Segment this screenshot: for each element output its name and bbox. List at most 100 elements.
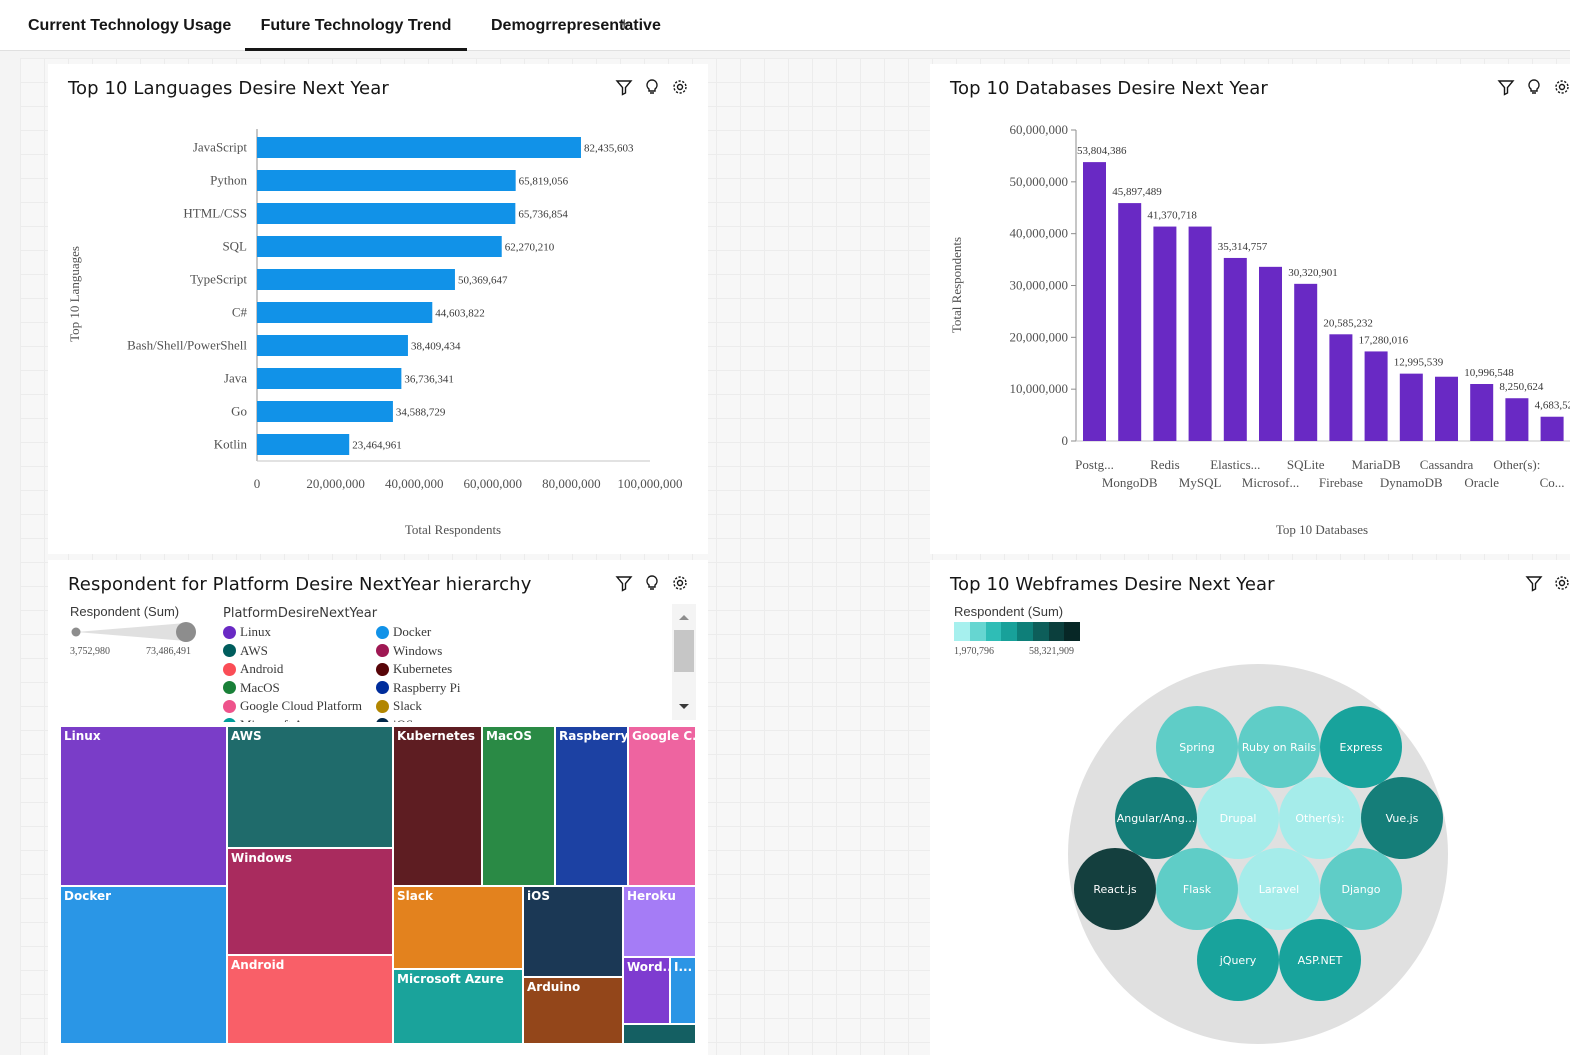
bubble-label: jQuery: [1219, 954, 1257, 967]
legend-item[interactable]: AWS: [223, 643, 268, 659]
bar-Kotlin[interactable]: [257, 434, 350, 455]
data-label: 10,996,548: [1464, 367, 1514, 379]
y-tick-label: 60,000,000: [1010, 122, 1069, 137]
treemap-tile[interactable]: Word...: [623, 957, 670, 1024]
bar-Microsof...[interactable]: [1259, 266, 1282, 441]
bubble-label: ASP.NET: [1298, 954, 1343, 967]
legend-item[interactable]: Slack: [376, 698, 422, 714]
bar-SQLite[interactable]: [1294, 283, 1318, 441]
languages-card[interactable]: Top 10 Languages Desire Next Year JavaSc…: [48, 64, 708, 554]
bar-SQL[interactable]: [257, 236, 502, 257]
legend-scrollbar[interactable]: [672, 604, 696, 720]
bar-MongoDB[interactable]: [1118, 203, 1142, 441]
lightbulb-icon[interactable]: [643, 574, 661, 592]
y-tick-label: Java: [224, 371, 247, 386]
size-legend-shape: [71, 622, 196, 642]
legend-item[interactable]: Raspberry Pi: [376, 680, 461, 696]
treemap-tile[interactable]: Windows: [227, 848, 393, 955]
bar-Firebase[interactable]: [1329, 334, 1353, 441]
bar-Oracle[interactable]: [1470, 384, 1494, 441]
treemap-tile[interactable]: Raspberry...: [555, 726, 628, 886]
bubble-label: Laravel: [1259, 883, 1299, 896]
legend-label: Linux: [240, 624, 272, 639]
webframes-card[interactable]: Top 10 Webframes Desire Next Year Respon…: [930, 560, 1570, 1055]
treemap-tile[interactable]: Kubernetes: [393, 726, 482, 886]
treemap-tile[interactable]: Linux: [60, 726, 227, 886]
legend-item[interactable]: Docker: [376, 624, 431, 640]
x-tick-label: 80,000,000: [542, 476, 601, 491]
data-label: 45,897,489: [1112, 186, 1162, 198]
bar-Elastics...[interactable]: [1223, 257, 1247, 441]
y-tick-label: Go: [231, 404, 247, 419]
y-tick-label: 10,000,000: [1010, 381, 1069, 396]
bar-Other(s):[interactable]: [1505, 398, 1529, 441]
bar-JavaScript[interactable]: [257, 137, 581, 158]
treemap-tile[interactable]: AWS: [227, 726, 393, 848]
data-label: 4,683,527: [1535, 400, 1570, 412]
tab-current-technology-usage[interactable]: Current Technology Usage: [28, 0, 231, 48]
data-label: 65,819,056: [519, 176, 569, 188]
bar-HTML/CSS[interactable]: [257, 203, 516, 224]
data-label: 82,435,603: [584, 143, 634, 155]
legend-item[interactable]: Google Cloud Platform: [223, 698, 362, 714]
bar-Co...[interactable]: [1540, 416, 1564, 441]
y-axis-title: Total Respondents: [949, 237, 964, 333]
legend-swatch: [223, 625, 236, 639]
legend-swatch: [376, 625, 389, 639]
bubble-label: Angular/Ang...: [1117, 812, 1195, 825]
treemap-tile[interactable]: MacOS: [482, 726, 555, 886]
tab-demographic[interactable]: Demogrrepresentative: [491, 0, 661, 48]
platform-card-toolbar: [615, 574, 689, 592]
legend-item[interactable]: Android: [223, 661, 283, 677]
legend-swatch: [376, 718, 389, 722]
legend-item[interactable]: Windows: [376, 643, 442, 659]
legend-label: Slack: [393, 698, 422, 713]
bar-Postg...[interactable]: [1083, 162, 1106, 441]
tab-future-technology-trend[interactable]: Future Technology Trend: [245, 0, 467, 51]
treemap-tile[interactable]: I...: [670, 957, 696, 1024]
legend-item[interactable]: Linux: [223, 624, 271, 640]
data-label: 23,464,961: [352, 440, 402, 452]
x-tick-label: Co...: [1540, 475, 1565, 490]
legend-swatch: [376, 681, 389, 694]
bar-TypeScript[interactable]: [257, 269, 455, 290]
data-label: 50,369,647: [458, 275, 508, 287]
bar-Redis[interactable]: [1153, 226, 1177, 441]
filter-icon[interactable]: [615, 574, 633, 592]
bubble-label: Express: [1340, 741, 1383, 754]
treemap-tile[interactable]: Microsoft Azure: [393, 969, 523, 1044]
legend-item[interactable]: Microsoft Azure: [223, 717, 326, 723]
x-tick-label: Postg...: [1075, 457, 1114, 472]
treemap-tile[interactable]: Android: [227, 955, 393, 1044]
legend-label: Microsoft Azure: [240, 717, 326, 723]
legend-item[interactable]: Kubernetes: [376, 661, 452, 677]
treemap-tile[interactable]: Slack: [393, 886, 523, 969]
legend-item[interactable]: MacOS: [223, 680, 280, 696]
treemap-tile[interactable]: [623, 1024, 696, 1044]
y-tick-label: Bash/Shell/PowerShell: [127, 338, 247, 353]
bar-MariaDB[interactable]: [1364, 351, 1388, 441]
treemap-tile[interactable]: Google C...: [628, 726, 696, 886]
databases-card[interactable]: Top 10 Databases Desire Next Year 0 10,00…: [930, 64, 1570, 554]
platform-card[interactable]: Respondent for Platform Desire NextYear …: [48, 560, 708, 1055]
treemap-tile[interactable]: Docker: [60, 886, 227, 1044]
bar-DynamoDB[interactable]: [1399, 373, 1423, 441]
treemap-tile[interactable]: Arduino: [523, 977, 623, 1044]
bar-C#[interactable]: [257, 302, 433, 323]
bubble-label: Spring: [1179, 741, 1215, 754]
bar-MySQL[interactable]: [1188, 226, 1212, 441]
treemap-tile[interactable]: iOS: [523, 886, 623, 977]
add-tab-button[interactable]: +: [619, 14, 630, 35]
webframes-bubble-chart: Spring Ruby on Rails Express Angular/Ang...…: [1068, 664, 1448, 1044]
treemap-tile[interactable]: Heroku: [623, 886, 696, 957]
y-tick-label: JavaScript: [193, 140, 248, 155]
legend-item[interactable]: iOS: [376, 717, 413, 722]
x-tick-label: Other(s):: [1493, 457, 1540, 472]
bar-Bash/Shell/PowerShell[interactable]: [257, 335, 408, 356]
bar-Java[interactable]: [257, 368, 402, 389]
legend-swatch: [223, 718, 236, 722]
settings-icon[interactable]: [671, 574, 689, 592]
bar-Python[interactable]: [257, 170, 516, 191]
bar-Go[interactable]: [257, 401, 393, 422]
bar-Cassandra[interactable]: [1435, 376, 1458, 441]
